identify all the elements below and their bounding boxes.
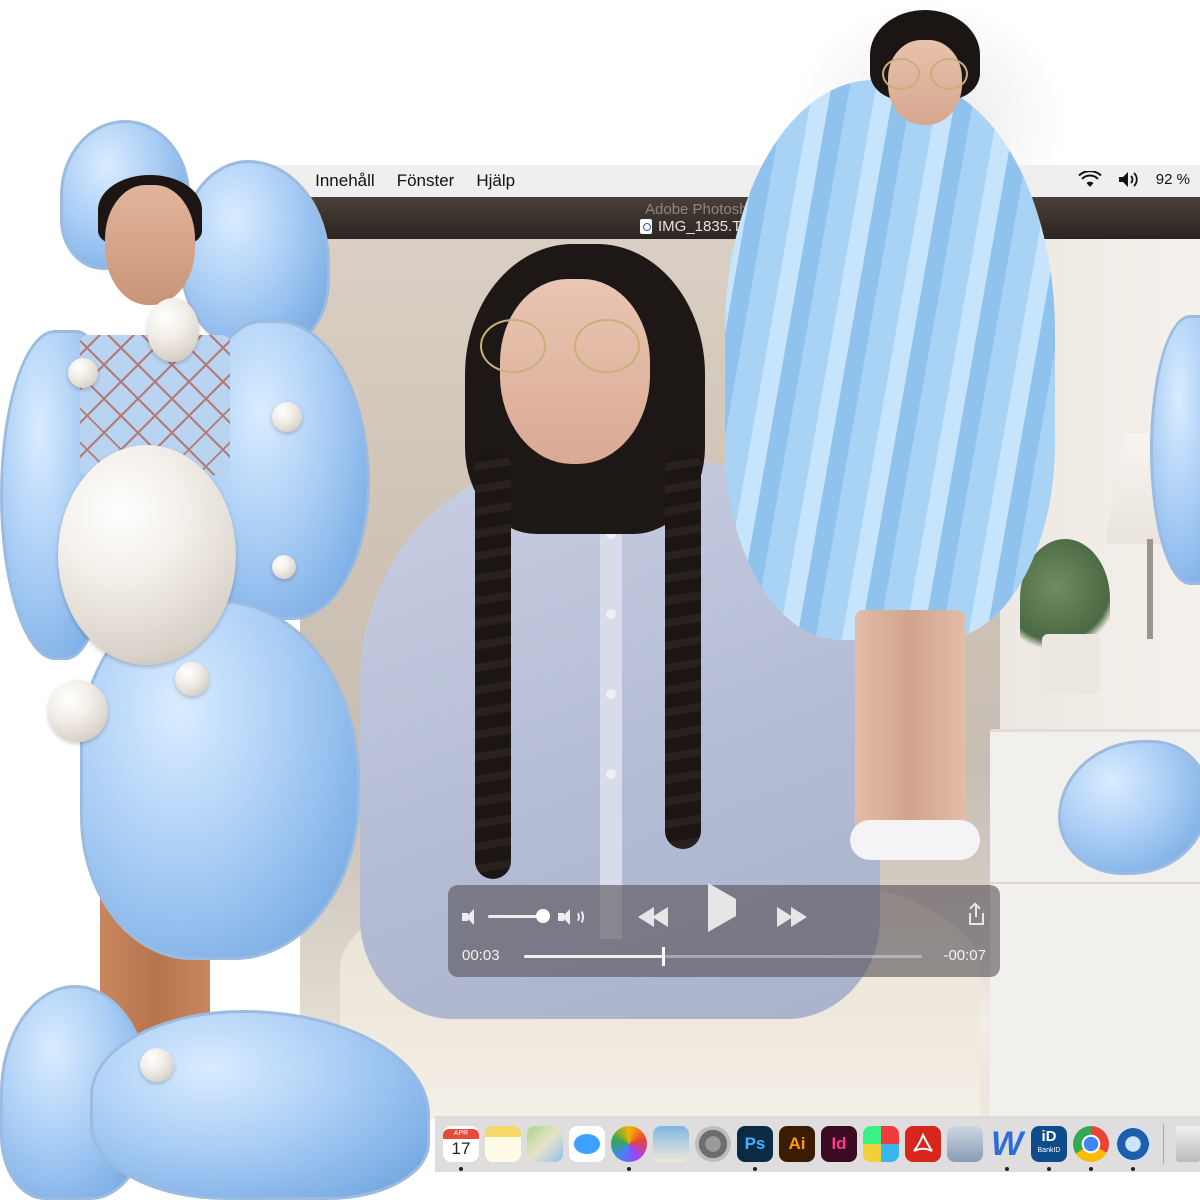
dock-separator bbox=[1163, 1124, 1164, 1164]
playback-scrubber[interactable] bbox=[524, 947, 922, 966]
white-slippers bbox=[850, 820, 980, 860]
plant-pot bbox=[1042, 634, 1100, 694]
pearl bbox=[140, 1048, 174, 1082]
volume-icon[interactable] bbox=[1118, 171, 1140, 188]
time-elapsed: 00:03 bbox=[462, 947, 500, 964]
scrubber-progress bbox=[524, 955, 664, 958]
large-pearl bbox=[58, 445, 236, 665]
photos-app-icon[interactable] bbox=[611, 1126, 647, 1171]
wifi-icon[interactable] bbox=[1078, 170, 1102, 188]
menu-item-hjalp[interactable]: Hjälp bbox=[476, 171, 515, 191]
volume-high-icon[interactable] bbox=[558, 909, 586, 925]
collage-canvas: ra Innehåll Fönster Hjälp 92 % Adobe Pho… bbox=[0, 0, 1200, 1200]
messages-app-icon[interactable] bbox=[569, 1126, 605, 1162]
pearl bbox=[272, 555, 296, 579]
color-grid-app-icon[interactable] bbox=[863, 1126, 899, 1162]
menu-item-innehall[interactable]: Innehåll bbox=[315, 171, 375, 191]
play-button[interactable] bbox=[708, 883, 742, 935]
fast-forward-button[interactable] bbox=[775, 905, 809, 929]
acrobat-app-icon[interactable] bbox=[905, 1126, 941, 1162]
notes-app-icon[interactable] bbox=[485, 1126, 521, 1162]
video-controls: 00:03 -00:07 bbox=[448, 883, 1000, 977]
system-preferences-icon[interactable] bbox=[695, 1126, 731, 1162]
time-remaining: -00:07 bbox=[943, 947, 986, 964]
pearl bbox=[175, 662, 209, 696]
legs-right bbox=[855, 610, 965, 850]
card-app-icon[interactable] bbox=[947, 1126, 983, 1162]
shirt-button bbox=[606, 609, 616, 619]
trash-icon[interactable] bbox=[1176, 1126, 1200, 1162]
braid-left bbox=[475, 449, 511, 879]
illustrator-app-icon[interactable]: Ai bbox=[779, 1126, 815, 1162]
pearl bbox=[272, 402, 302, 432]
preview-app-icon[interactable] bbox=[653, 1126, 689, 1162]
glasses-right bbox=[882, 58, 968, 90]
round-glasses bbox=[480, 319, 650, 373]
menu-item-fonster[interactable]: Fönster bbox=[397, 171, 455, 191]
volume-low-icon[interactable] bbox=[462, 909, 482, 925]
blue-duvet-wrap bbox=[725, 80, 1055, 640]
shirt-button bbox=[606, 769, 616, 779]
maps-app-icon[interactable] bbox=[527, 1126, 563, 1162]
chrome-app-icon[interactable] bbox=[1073, 1126, 1109, 1171]
bankid-app-icon[interactable]: iD BankID bbox=[1031, 1126, 1067, 1171]
indesign-app-icon[interactable]: Id bbox=[821, 1126, 857, 1162]
status-area: 92 % bbox=[1078, 170, 1190, 188]
calendar-app-icon[interactable]: APR 17 bbox=[443, 1126, 479, 1171]
quicktime-app-icon[interactable] bbox=[1115, 1126, 1151, 1171]
battery-percentage[interactable]: 92 % bbox=[1156, 171, 1190, 188]
pearl bbox=[147, 298, 199, 362]
lamp-stem bbox=[1147, 539, 1153, 639]
rewind-button[interactable] bbox=[638, 905, 672, 929]
dock: APR 17 Ps Ai Id W iD BankID bbox=[435, 1116, 1200, 1172]
share-button[interactable] bbox=[968, 905, 986, 927]
volume-slider-knob[interactable] bbox=[536, 909, 550, 923]
braid-right bbox=[665, 449, 701, 849]
document-icon bbox=[640, 219, 652, 234]
play-icon bbox=[708, 883, 736, 932]
shirt-placket bbox=[600, 499, 622, 939]
pearl bbox=[68, 358, 98, 388]
pearl bbox=[48, 680, 108, 742]
shirt-button bbox=[606, 689, 616, 699]
photoshop-app-icon[interactable]: Ps bbox=[737, 1126, 773, 1171]
word-app-icon[interactable]: W bbox=[989, 1125, 1025, 1171]
face-left bbox=[105, 185, 195, 305]
scrubber-handle[interactable] bbox=[662, 947, 666, 966]
